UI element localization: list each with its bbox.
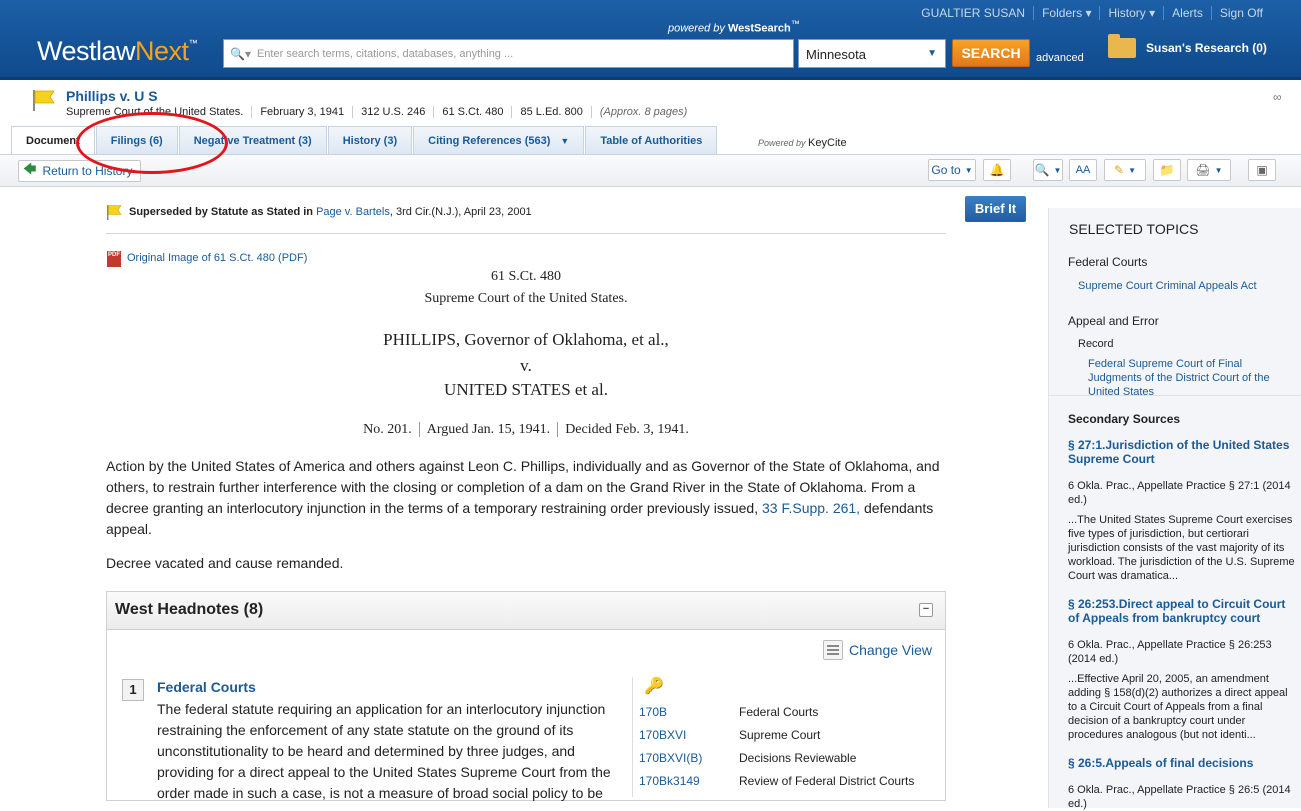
party-1: PHILLIPS, Governor of Oklahoma, et al.,: [383, 330, 669, 349]
document-title: Phillips v. U S: [66, 88, 158, 104]
app-header: WestlawNext™ powered by WestSearch™ GUAL…: [0, 0, 1301, 80]
keycite-badge: Powered by KeyCite: [758, 137, 847, 149]
secondary-source-link[interactable]: § 26:5.Appeals of final decisions: [1068, 756, 1296, 770]
annotate-icon[interactable]: ✎ ▼: [1104, 159, 1146, 181]
advanced-search-link[interactable]: advanced: [1036, 52, 1084, 64]
superseded-case-link[interactable]: Page v. Bartels: [316, 206, 390, 218]
versus: v.: [520, 356, 532, 375]
chevron-down-icon: ▼: [927, 48, 937, 59]
top-nav: GUALTIER SUSAN Folders ▾ History ▾ Alert…: [913, 6, 1271, 20]
search-icon[interactable]: 🔍▾: [230, 47, 251, 61]
yellow-flag-icon: [33, 90, 55, 111]
glasses-icon[interactable]: ∞: [1273, 90, 1282, 104]
folder-icon: [1108, 34, 1136, 58]
folders-menu[interactable]: Folders ▾: [1033, 6, 1099, 20]
powered-by-westsearch: powered by WestSearch™: [668, 19, 800, 35]
sign-off-link[interactable]: Sign Off: [1210, 6, 1271, 20]
fsupp-citation-link[interactable]: 33 F.Supp. 261,: [762, 500, 860, 516]
key-number-link[interactable]: 170BXVI(B): [639, 751, 702, 765]
headnotes-header: West Headnotes (8) −: [107, 592, 945, 630]
collapse-icon[interactable]: −: [919, 603, 933, 617]
citation-heading: 61 S.Ct. 480: [490, 269, 561, 284]
selected-topics-heading: SELECTED TOPICS: [1069, 221, 1199, 237]
tab-table-of-authorities[interactable]: Table of Authorities: [585, 126, 718, 154]
key-icon: 🔑: [644, 678, 664, 695]
secondary-sources-heading: Secondary Sources: [1068, 412, 1181, 426]
court-heading: Supreme Court of the United States.: [424, 291, 628, 306]
search-button[interactable]: SEARCH: [952, 39, 1030, 67]
key-number-label: Federal Courts: [739, 705, 819, 719]
headnote-number: 1: [122, 679, 144, 701]
bell-icon[interactable]: 🔔: [983, 159, 1011, 181]
key-number-link[interactable]: 170Bk3149: [639, 774, 700, 788]
secondary-source-snippet: ...Effective April 20, 2005, an amendmen…: [1068, 673, 1288, 741]
topic-heading: Federal Courts: [1068, 255, 1148, 269]
divider: [1049, 395, 1301, 396]
topic-link[interactable]: Supreme Court Criminal Appeals Act: [1078, 279, 1257, 293]
tab-history[interactable]: History (3): [327, 126, 413, 154]
text-size-button[interactable]: AA: [1069, 159, 1097, 181]
key-number-label: Supreme Court: [739, 728, 821, 742]
red-circle-annotation: [76, 112, 228, 174]
secondary-source-snippet: ...The United States Supreme Court exerc…: [1068, 514, 1295, 582]
party-2: UNITED STATES et al.: [444, 380, 608, 399]
pdf-icon: PDF: [107, 251, 121, 267]
chevron-down-icon[interactable]: ▼: [560, 136, 569, 146]
alerts-link[interactable]: Alerts: [1163, 6, 1211, 20]
back-arrow-icon: 🡄: [23, 161, 37, 176]
topic-link[interactable]: Federal Supreme Court of Final Judgments…: [1088, 357, 1298, 399]
history-menu[interactable]: History ▾: [1099, 6, 1163, 20]
search-placeholder: Enter search terms, citations, databases…: [256, 47, 514, 60]
list-view-icon: [823, 640, 843, 660]
tab-citing-references[interactable]: Citing References (563) ▼: [413, 126, 585, 154]
change-view-button[interactable]: Change View: [823, 640, 932, 660]
secondary-source-link[interactable]: § 27:1.Jurisdiction of the United States…: [1068, 438, 1296, 466]
secondary-source-meta: 6 Okla. Prac., Appellate Practice § 27:1…: [1068, 480, 1291, 506]
divider: [106, 233, 946, 234]
save-to-folder-icon[interactable]: 📁: [1153, 159, 1181, 181]
search-in-document-icon[interactable]: 🔍 ▼: [1033, 159, 1063, 181]
original-image-pdf-link[interactable]: Original Image of 61 S.Ct. 480 (PDF): [127, 252, 307, 264]
related-info-sidebar: SELECTED TOPICS Federal Courts Supreme C…: [1048, 208, 1301, 810]
yellow-flag-icon: [107, 205, 122, 220]
user-name[interactable]: GUALTIER SUSAN: [913, 6, 1033, 20]
disposition-text: Decree vacated and cause remanded.: [106, 555, 344, 571]
key-number-label: Review of Federal District Courts: [739, 774, 915, 788]
headnote-topic-link[interactable]: Federal Courts: [157, 679, 256, 695]
divider: [632, 677, 633, 797]
key-number-link[interactable]: 170BXVI: [639, 728, 686, 742]
superseded-notice: Superseded by Statute as Stated in Page …: [129, 206, 532, 218]
research-folder-button[interactable]: Susan's Research (0): [1108, 34, 1267, 58]
headnote-text: The federal statute requiring an applica…: [157, 701, 611, 801]
secondary-source-meta: 6 Okla. Prac., Appellate Practice § 26:5…: [1068, 784, 1291, 810]
brief-it-button[interactable]: Brief It: [965, 196, 1026, 222]
goto-dropdown[interactable]: Go to ▼: [928, 159, 976, 181]
full-screen-icon[interactable]: ▣: [1248, 159, 1276, 181]
synopsis-text: Action by the United States of America a…: [106, 458, 940, 537]
secondary-source-meta: 6 Okla. Prac., Appellate Practice § 26:2…: [1068, 639, 1272, 665]
key-number-label: Decisions Reviewable: [739, 751, 857, 765]
chevron-down-icon: ▼: [964, 165, 973, 175]
westlawnext-logo[interactable]: WestlawNext™: [37, 36, 198, 67]
west-headnotes-panel: West Headnotes (8) − Change View 1 Federa…: [106, 591, 946, 801]
key-number-link[interactable]: 170B: [639, 705, 667, 719]
subtopic-heading: Record: [1078, 338, 1114, 350]
topic-heading: Appeal and Error: [1068, 314, 1159, 328]
secondary-source-link[interactable]: § 26:253.Direct appeal to Circuit Court …: [1068, 597, 1296, 625]
search-input[interactable]: 🔍▾ Enter search terms, citations, databa…: [223, 39, 794, 68]
print-icon[interactable]: 🖨 ▼: [1187, 159, 1231, 181]
jurisdiction-select[interactable]: Minnesota ▼: [798, 39, 946, 68]
docket-line: No. 201. Argued Jan. 15, 1941. Decided Feb…: [106, 422, 946, 438]
